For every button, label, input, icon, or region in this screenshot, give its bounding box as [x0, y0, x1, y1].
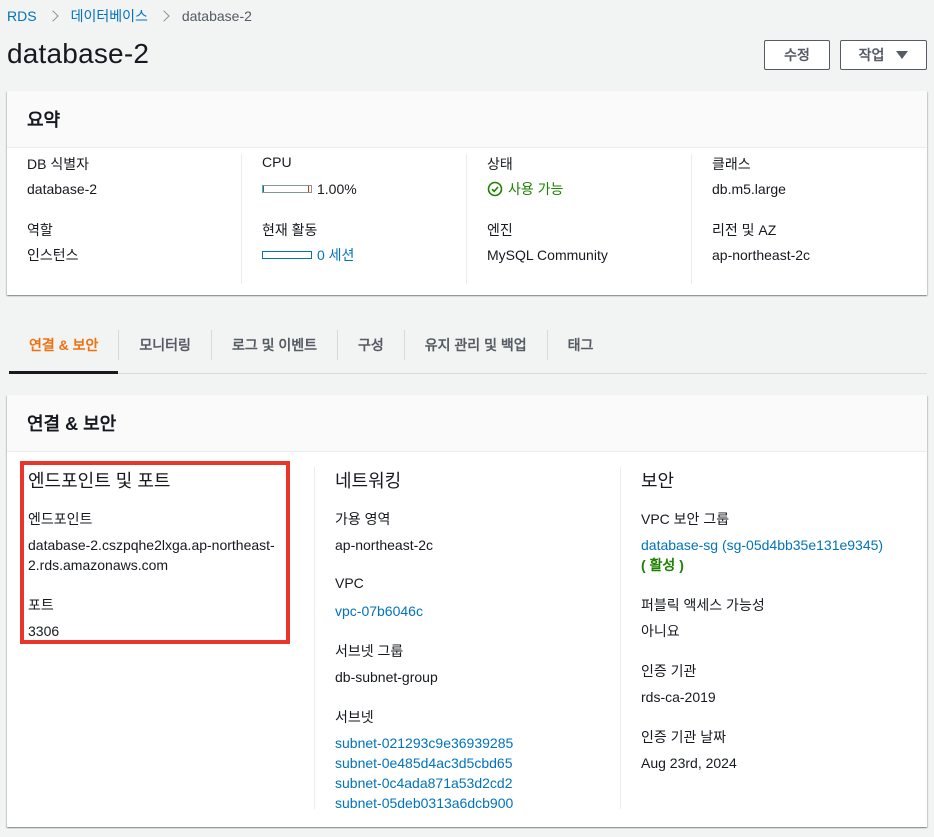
breadcrumb-current: database-2 — [181, 8, 252, 24]
class-value: db.m5.large — [712, 181, 786, 197]
sessions-link[interactable]: 0 세션 — [317, 245, 354, 265]
region-az-value: ap-northeast-2c — [712, 247, 811, 263]
summary-panel: 요약 DB 식별자 database-2 역할 인스턴스 CPU 1.00% 현… — [7, 91, 927, 295]
cpu-usage-bar — [262, 185, 312, 193]
status-value: 사용 가능 — [508, 181, 564, 197]
security-title: 보안 — [641, 471, 675, 491]
summary-title: 요약 — [7, 91, 927, 148]
security-section: 보안 VPC 보안 그룹 database-sg (sg-05d4bb35e13… — [620, 467, 920, 809]
security-group-link[interactable]: database-sg (sg-05d4bb35e131e9345) — [641, 537, 883, 553]
summary-col-cpu: CPU 1.00% 현재 활동 0 세션 — [241, 154, 466, 284]
summary-col-class: 클래스 db.m5.large 리전 및 AZ ap-northeast-2c — [691, 154, 927, 284]
engine-label: 엔진 — [487, 222, 513, 238]
cpu-value: 1.00% — [317, 181, 357, 197]
db-identifier-value: database-2 — [27, 181, 98, 197]
breadcrumb: RDS 데이터베이스 database-2 — [7, 7, 252, 25]
certificate-authority-value: rds-ca-2019 — [641, 689, 716, 705]
current-activity-row: 0 세션 — [262, 246, 466, 264]
public-access-label: 퍼블릭 액세스 가능성 — [641, 597, 765, 613]
certificate-authority-label: 인증 기관 — [641, 663, 697, 679]
engine-value: MySQL Community — [487, 247, 608, 263]
detail-tabs: 연결 & 보안 모니터링 로그 및 이벤트 구성 유지 관리 및 백업 태그 — [9, 317, 927, 374]
cpu-threshold-mark — [308, 186, 309, 192]
security-group-status: ( 활성 ) — [641, 557, 684, 573]
subnet-link[interactable]: subnet-0c4ada871a53d2cd2 — [335, 775, 513, 791]
availability-zone-label: 가용 영역 — [335, 511, 391, 527]
region-az-label: 리전 및 AZ — [712, 222, 777, 238]
summary-col-identifier: DB 식별자 database-2 역할 인스턴스 — [7, 154, 232, 284]
subnets-label: 서브넷 — [335, 709, 374, 725]
current-activity-label: 현재 활동 — [262, 222, 318, 238]
db-identifier-label: DB 식별자 — [27, 156, 89, 172]
networking-section: 네트워킹 가용 영역 ap-northeast-2c VPC vpc-07b60… — [314, 467, 620, 811]
vpc-security-group-value: database-sg (sg-05d4bb35e131e9345) ( 활성 … — [641, 535, 920, 575]
tab-tags[interactable]: 태그 — [548, 317, 614, 373]
tab-maintenance-backups[interactable]: 유지 관리 및 백업 — [405, 317, 547, 373]
connectivity-title: 연결 & 보안 — [7, 395, 927, 452]
networking-title: 네트워킹 — [335, 471, 402, 491]
subnet-link[interactable]: subnet-05deb0313a6dcb900 — [335, 795, 513, 811]
cpu-value-row: 1.00% — [262, 180, 466, 198]
vpc-link[interactable]: vpc-07b6046c — [335, 603, 423, 619]
check-circle-icon — [487, 181, 503, 197]
edit-button-label: 수정 — [784, 47, 810, 63]
subnet-link[interactable]: subnet-0e485d4ac3d5cbd65 — [335, 755, 513, 771]
class-label: 클래스 — [712, 156, 751, 172]
highlight-box — [20, 461, 290, 644]
page-title: database-2 — [7, 38, 150, 69]
connectivity-security-panel: 연결 & 보안 엔드포인트 및 포트 엔드포인트 database-2.cszp… — [7, 395, 927, 827]
subnet-group-label: 서브넷 그룹 — [335, 643, 404, 659]
actions-button-label: 작업 — [858, 47, 885, 63]
certificate-authority-date-value: Aug 23rd, 2024 — [641, 755, 737, 771]
role-label: 역할 — [27, 222, 53, 238]
edit-button[interactable]: 수정 — [764, 40, 830, 70]
caret-down-icon — [896, 51, 909, 59]
status-row: 사용 가능 — [487, 180, 691, 198]
subnets-list: subnet-021293c9e36939285 subnet-0e485d4a… — [335, 733, 620, 813]
vpc-security-group-label: VPC 보안 그룹 — [641, 511, 730, 527]
vpc-label: VPC — [335, 575, 364, 591]
tab-connectivity-security[interactable]: 연결 & 보안 — [9, 317, 119, 374]
chevron-right-icon — [46, 10, 59, 22]
cpu-label: CPU — [262, 154, 292, 170]
breadcrumb-databases-link[interactable]: 데이터베이스 — [71, 6, 148, 26]
chevron-right-icon — [158, 10, 170, 22]
subnet-link[interactable]: subnet-021293c9e36939285 — [335, 735, 513, 751]
tab-monitoring[interactable]: 모니터링 — [119, 317, 211, 373]
breadcrumb-rds-link[interactable]: RDS — [7, 8, 37, 24]
tab-logs-events[interactable]: 로그 및 이벤트 — [212, 317, 337, 373]
certificate-authority-date-label: 인증 기관 날짜 — [641, 729, 727, 745]
actions-dropdown-button[interactable]: 작업 — [840, 40, 927, 70]
summary-col-status: 상태 사용 가능 엔진 MySQL Community — [466, 154, 691, 284]
tab-configuration[interactable]: 구성 — [338, 317, 404, 373]
public-access-value: 아니요 — [641, 623, 680, 639]
subnet-group-value: db-subnet-group — [335, 669, 438, 685]
availability-zone-value: ap-northeast-2c — [335, 537, 434, 553]
activity-bar — [262, 251, 312, 259]
role-value: 인스턴스 — [27, 247, 79, 263]
status-label: 상태 — [487, 156, 513, 172]
